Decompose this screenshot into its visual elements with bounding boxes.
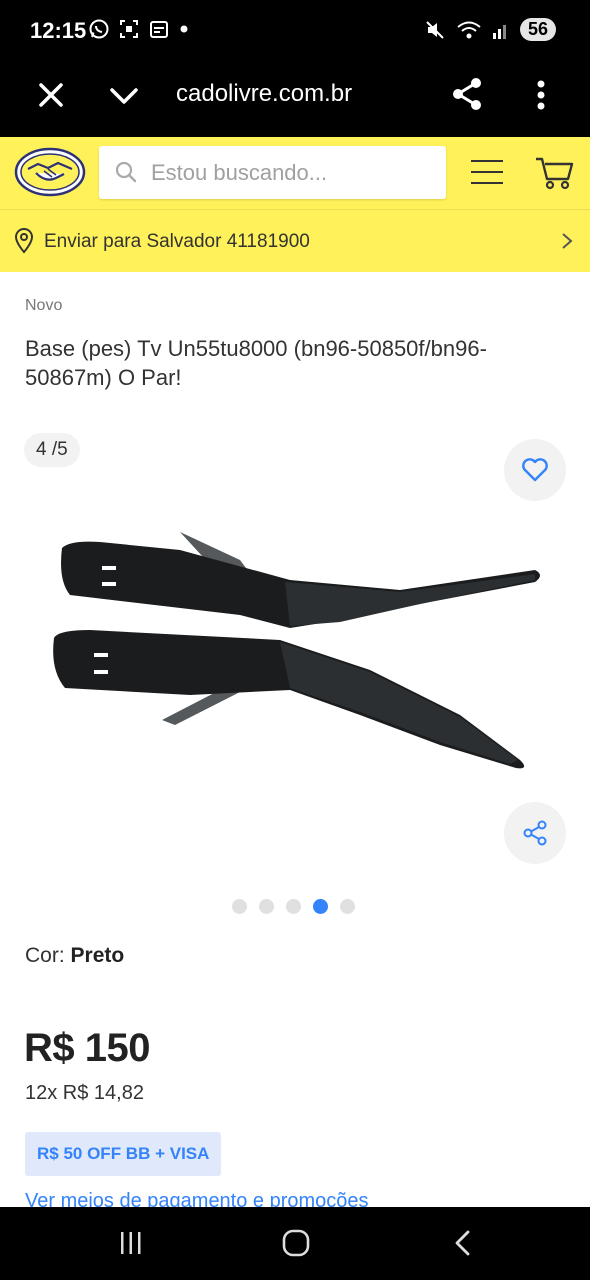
gallery-dot[interactable]	[340, 899, 355, 914]
cart-icon[interactable]	[534, 155, 574, 191]
product-gallery[interactable]: 4 /5	[0, 420, 590, 920]
site-header: Enviar para Salvador 41181900	[0, 137, 590, 272]
back-icon[interactable]	[452, 1229, 472, 1257]
gallery-dot[interactable]	[286, 899, 301, 914]
mercadolivre-logo[interactable]	[14, 147, 86, 197]
status-icons-left	[88, 18, 190, 40]
location-pin-icon	[14, 227, 34, 254]
calendar-icon	[150, 21, 168, 38]
delivery-address-row[interactable]: Enviar para Salvador 41181900	[0, 210, 590, 272]
browser-toolbar: cadolivre.com.br	[0, 62, 590, 137]
url-text[interactable]: cadolivre.com.br	[176, 80, 352, 108]
installments: 12x R$ 14,82	[25, 1082, 144, 1104]
status-time: 12:15	[30, 18, 87, 43]
share-button[interactable]	[504, 802, 566, 864]
chevron-down-icon[interactable]	[108, 80, 140, 112]
close-icon[interactable]	[36, 80, 66, 110]
color-variation: Cor: Preto	[25, 944, 124, 968]
more-vert-icon[interactable]	[528, 78, 554, 112]
system-nav-bar	[0, 1207, 590, 1280]
hamburger-menu-icon[interactable]	[470, 157, 504, 187]
share-icon	[523, 820, 547, 846]
wifi-icon	[457, 21, 481, 38]
status-icons-right: 56	[424, 18, 556, 41]
gallery-counter: 4 /5	[24, 433, 80, 467]
gallery-dot[interactable]	[259, 899, 274, 914]
promo-badge: R$ 50 OFF BB + VISA	[25, 1132, 222, 1176]
gallery-dot-active[interactable]	[313, 899, 328, 914]
product-image[interactable]	[40, 520, 560, 790]
product-condition: Novo	[25, 297, 63, 314]
search-box[interactable]	[99, 146, 446, 199]
heart-icon	[522, 458, 548, 482]
gallery-dot[interactable]	[232, 899, 247, 914]
search-input[interactable]	[151, 146, 431, 199]
battery-badge: 56	[519, 18, 556, 41]
signal-icon	[492, 24, 506, 39]
mute-icon	[426, 20, 444, 39]
home-icon[interactable]	[281, 1227, 311, 1259]
gallery-dots	[232, 899, 355, 914]
share-icon[interactable]	[450, 76, 484, 112]
search-icon	[115, 161, 137, 183]
color-value: Preto	[70, 944, 125, 967]
whatsapp-icon	[89, 19, 109, 39]
recents-icon[interactable]	[118, 1229, 144, 1257]
color-label: Cor:	[25, 944, 65, 967]
screenshot-icon	[120, 20, 138, 38]
product-title: Base (pes) Tv Un55tu8000 (bn96-50850f/bn…	[25, 336, 487, 390]
favorite-button[interactable]	[504, 439, 566, 501]
delivery-text: Enviar para Salvador 41181900	[44, 231, 310, 252]
status-bar: 12:15 56	[0, 0, 590, 62]
price: R$ 150	[24, 1026, 150, 1070]
chevron-right-icon	[562, 233, 573, 249]
dot-icon	[180, 25, 188, 33]
